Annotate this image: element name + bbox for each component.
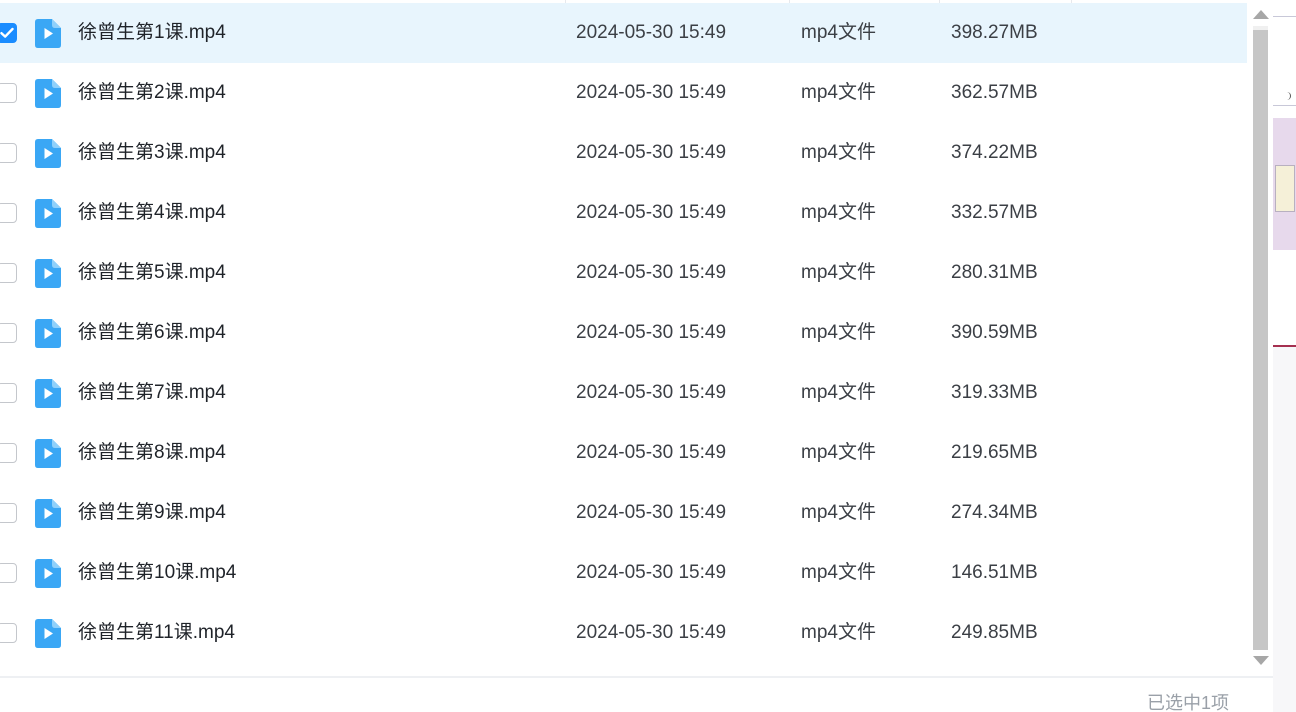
video-file-icon [35, 559, 61, 588]
file-size: 374.22MB [951, 142, 1038, 163]
row-checkbox[interactable] [0, 263, 17, 283]
row-checkbox[interactable] [0, 203, 17, 223]
file-name[interactable]: 徐曾生第5课.mp4 [78, 243, 226, 303]
file-name[interactable]: 徐曾生第10课.mp4 [78, 543, 236, 603]
file-list: 徐曾生第1课.mp4 2024-05-30 15:49 mp4文件 398.27… [0, 3, 1247, 675]
file-name[interactable]: 徐曾生第2课.mp4 [78, 63, 226, 123]
file-size: 332.57MB [951, 202, 1038, 223]
file-modified-date: 2024-05-30 15:49 [576, 502, 727, 523]
background-document-preview [1273, 0, 1296, 347]
file-modified-date: 2024-05-30 15:49 [576, 202, 727, 223]
file-type: mp4文件 [801, 502, 876, 523]
file-modified-date: 2024-05-30 15:49 [576, 262, 727, 283]
file-name[interactable]: 徐曾生第1课.mp4 [78, 3, 226, 63]
file-modified-date: 2024-05-30 15:49 [576, 22, 727, 43]
file-name[interactable]: 徐曾生第3课.mp4 [78, 123, 226, 183]
row-checkbox[interactable] [0, 563, 17, 583]
scroll-down-arrow-icon[interactable] [1253, 656, 1269, 665]
row-checkbox[interactable] [0, 443, 17, 463]
file-modified-date: 2024-05-30 15:49 [576, 622, 727, 643]
file-row[interactable]: 徐曾生第3课.mp4 2024-05-30 15:49 mp4文件 374.22… [0, 123, 1247, 183]
file-name[interactable]: 徐曾生第8课.mp4 [78, 423, 226, 483]
file-modified-date: 2024-05-30 15:49 [576, 142, 727, 163]
video-file-icon [35, 439, 61, 468]
video-file-icon [35, 199, 61, 228]
checkmark-icon [0, 27, 14, 38]
row-checkbox[interactable] [0, 503, 17, 523]
file-size: 390.59MB [951, 322, 1038, 343]
video-file-icon [35, 319, 61, 348]
video-file-icon [35, 79, 61, 108]
scroll-up-arrow-icon[interactable] [1253, 10, 1269, 19]
file-row[interactable]: 徐曾生第7课.mp4 2024-05-30 15:49 mp4文件 319.33… [0, 363, 1247, 423]
footer-divider [0, 676, 1273, 678]
file-type: mp4文件 [801, 562, 876, 583]
background-window-edge [1273, 0, 1296, 712]
file-type: mp4文件 [801, 142, 876, 163]
file-row[interactable]: 徐曾生第4课.mp4 2024-05-30 15:49 mp4文件 332.57… [0, 183, 1247, 243]
file-row[interactable]: 徐曾生第5课.mp4 2024-05-30 15:49 mp4文件 280.31… [0, 243, 1247, 303]
file-size: 146.51MB [951, 562, 1038, 583]
file-name[interactable]: 徐曾生第6课.mp4 [78, 303, 226, 363]
row-checkbox[interactable] [0, 383, 17, 403]
file-modified-date: 2024-05-30 15:49 [576, 562, 727, 583]
video-file-icon [35, 19, 61, 48]
background-cell [1275, 165, 1295, 212]
file-name[interactable]: 徐曾生第7课.mp4 [78, 363, 226, 423]
file-row[interactable]: 徐曾生第6课.mp4 2024-05-30 15:49 mp4文件 390.59… [0, 303, 1247, 363]
row-checkbox[interactable] [0, 323, 17, 343]
row-checkbox[interactable] [0, 23, 17, 43]
file-type: mp4文件 [801, 22, 876, 43]
file-type: mp4文件 [801, 442, 876, 463]
file-modified-date: 2024-05-30 15:49 [576, 442, 727, 463]
file-size: 280.31MB [951, 262, 1038, 283]
file-size: 274.34MB [951, 502, 1038, 523]
background-divider [1273, 16, 1296, 17]
file-type: mp4文件 [801, 622, 876, 643]
file-size: 319.33MB [951, 382, 1038, 403]
row-checkbox[interactable] [0, 143, 17, 163]
file-row[interactable]: 徐曾生第8课.mp4 2024-05-30 15:49 mp4文件 219.65… [0, 423, 1247, 483]
file-row[interactable]: 徐曾生第10课.mp4 2024-05-30 15:49 mp4文件 146.5… [0, 543, 1247, 603]
file-type: mp4文件 [801, 202, 876, 223]
file-modified-date: 2024-05-30 15:49 [576, 382, 727, 403]
file-type: mp4文件 [801, 262, 876, 283]
row-checkbox[interactable] [0, 623, 17, 643]
file-list-window: 徐曾生第1课.mp4 2024-05-30 15:49 mp4文件 398.27… [0, 0, 1296, 712]
file-row[interactable]: 徐曾生第11课.mp4 2024-05-30 15:49 mp4文件 249.8… [0, 603, 1247, 663]
file-size: 219.65MB [951, 442, 1038, 463]
video-file-icon [35, 619, 61, 648]
file-type: mp4文件 [801, 322, 876, 343]
video-file-icon [35, 139, 61, 168]
scroll-thumb[interactable] [1253, 30, 1268, 650]
file-name[interactable]: 徐曾生第4课.mp4 [78, 183, 226, 243]
file-size: 398.27MB [951, 22, 1038, 43]
file-size: 249.85MB [951, 622, 1038, 643]
background-divider [1273, 105, 1296, 106]
file-modified-date: 2024-05-30 15:49 [576, 82, 727, 103]
video-file-icon [35, 259, 61, 288]
file-type: mp4文件 [801, 382, 876, 403]
file-modified-date: 2024-05-30 15:49 [576, 322, 727, 343]
video-file-icon [35, 499, 61, 528]
file-row[interactable]: 徐曾生第9课.mp4 2024-05-30 15:49 mp4文件 274.34… [0, 483, 1247, 543]
background-bracket-mark [1276, 92, 1291, 100]
file-name[interactable]: 徐曾生第11课.mp4 [78, 603, 235, 663]
file-row[interactable]: 徐曾生第2课.mp4 2024-05-30 15:49 mp4文件 362.57… [0, 63, 1247, 123]
file-name[interactable]: 徐曾生第9课.mp4 [78, 483, 226, 543]
file-row[interactable]: 徐曾生第1课.mp4 2024-05-30 15:49 mp4文件 398.27… [0, 3, 1247, 63]
video-file-icon [35, 379, 61, 408]
row-checkbox[interactable] [0, 83, 17, 103]
file-type: mp4文件 [801, 82, 876, 103]
vertical-scrollbar[interactable] [1249, 0, 1271, 676]
selection-count-label: 已选中1项 [1146, 693, 1229, 712]
file-size: 362.57MB [951, 82, 1038, 103]
